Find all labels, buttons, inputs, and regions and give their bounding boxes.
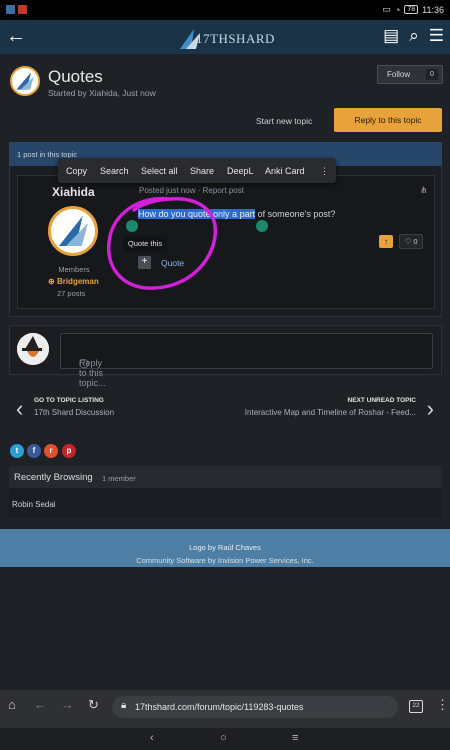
follow-count: 0 [426, 69, 438, 80]
facebook-icon[interactable]: f [27, 444, 41, 458]
member-rank: ⊕ Bridgeman [48, 277, 99, 286]
back-icon[interactable]: ← [34, 697, 47, 712]
reddit-icon[interactable]: r [44, 444, 58, 458]
nav-home-icon[interactable]: ○ [220, 732, 227, 744]
heart-icon: ♡ [404, 237, 412, 246]
start-new-topic-link[interactable]: Start new topic [256, 116, 312, 126]
site-footer: Logo by Raúl Chaves Community Software b… [0, 529, 450, 567]
like-button[interactable]: ♡ 0 [399, 234, 423, 249]
next-unread-topic-link[interactable]: NEXT UNREAD TOPIC Interactive Map and Ti… [214, 396, 434, 421]
witch-avatar-icon [17, 333, 49, 365]
recently-browsing-title: Recently Browsing [14, 472, 93, 483]
browser-menu-icon[interactable]: ⋮ [436, 697, 449, 713]
wifi-icon: ◔ [394, 4, 401, 15]
system-nav-bar: ‹ ○ ≡ [0, 728, 450, 750]
forward-icon[interactable]: → [61, 697, 74, 712]
recently-browsing-count: 1 member [102, 474, 136, 483]
selection-handle-end[interactable] [256, 220, 268, 232]
lock-icon: 🔒︎ [121, 700, 127, 711]
context-menu-anki-card[interactable]: Anki Card [265, 166, 305, 176]
site-header: ← 17THSHARD ▤ ⌕ ☰ [0, 20, 450, 54]
avatar-icon [58, 216, 88, 246]
post-author-avatar[interactable] [48, 206, 98, 256]
like-count: 0 [413, 237, 418, 246]
pinterest-icon[interactable]: p [62, 444, 76, 458]
reader-mode-icon[interactable]: ▤ [383, 26, 399, 46]
browsing-member-link[interactable]: Robin Sedai [12, 500, 56, 509]
chevron-left-icon: ‹ [16, 396, 24, 421]
next-value: Interactive Map and Timeline of Roshar -… [244, 408, 416, 417]
context-menu-deepl[interactable]: DeepL [227, 166, 254, 176]
app-notification-icon [6, 5, 15, 14]
reload-icon[interactable]: ↻ [88, 697, 99, 713]
app-notification-icon [18, 5, 27, 14]
search-icon[interactable]: ⌕ [409, 26, 419, 46]
status-bar: ▭ ◔ 78 11:36 [0, 0, 450, 20]
page-bottom-space [0, 567, 450, 690]
menu-icon[interactable]: ☰ [429, 26, 444, 46]
post-text-rest: of someone's post? [255, 209, 336, 219]
context-menu-select-all[interactable]: Select all [141, 166, 178, 176]
footer-software-credit[interactable]: Community Software by Invision Power Ser… [0, 556, 450, 565]
back-arrow-icon[interactable]: ← [6, 25, 26, 48]
member-group: Members [58, 265, 90, 274]
topic-byline: Started by Xiahida, Just now [48, 88, 156, 98]
upvote-icon[interactable]: ↑ [379, 235, 393, 248]
follow-label: Follow [387, 70, 411, 79]
recently-browsing-header: Recently Browsing 1 member [9, 466, 442, 488]
avatar-icon [16, 72, 34, 90]
context-menu-copy[interactable]: Copy [66, 166, 87, 176]
prev-label: GO TO TOPIC LISTING [34, 397, 104, 404]
reply-to-topic-button[interactable]: Reply to this topic [334, 108, 442, 132]
member-post-count: 27 posts [57, 289, 86, 298]
more-options-icon[interactable]: ⋮ [320, 166, 329, 177]
page-title: Quotes [48, 67, 103, 86]
context-menu-share[interactable]: Share [190, 166, 214, 176]
current-user-avatar[interactable] [17, 333, 49, 365]
signal-icon: ▭ [382, 4, 391, 14]
share-icon[interactable]: ⋔ [420, 185, 428, 196]
text-selection-context-menu: Copy Search Select all Share DeepL Anki … [58, 158, 336, 183]
twitter-icon[interactable]: t [10, 444, 24, 458]
reply-input[interactable]: ◯ Reply to this topic... [60, 333, 433, 388]
tab-switcher-button[interactable]: 22 [409, 700, 423, 713]
member-rank-label: Bridgeman [56, 277, 99, 286]
follow-button[interactable]: Follow 0 [377, 65, 443, 84]
address-bar[interactable]: 🔒︎ 17thshard.com/forum/topic/119283-quot… [112, 696, 398, 718]
prev-value: 17th Shard Discussion [34, 408, 115, 417]
footer-logo-credit[interactable]: Logo by Raúl Chaves [0, 543, 450, 552]
context-menu-search[interactable]: Search [100, 166, 129, 176]
home-icon[interactable]: ⌂ [8, 697, 16, 712]
clock: 11:36 [422, 4, 444, 15]
nav-recents-icon[interactable]: ≡ [292, 732, 298, 744]
site-logo-text: 17THSHARD [196, 31, 275, 46]
chevron-right-icon: › [426, 396, 434, 421]
topic-author-avatar[interactable] [10, 66, 40, 96]
nav-back-icon[interactable]: ‹ [150, 732, 154, 744]
next-label: NEXT UNREAD TOPIC [347, 397, 417, 404]
url-text: 17thshard.com/forum/topic/119283-quotes [135, 702, 304, 712]
battery-icon: 78 [404, 5, 419, 14]
annotation-circle [106, 196, 217, 290]
post-author-name[interactable]: Xiahida [52, 185, 95, 199]
rank-icon: ⊕ [48, 277, 55, 286]
